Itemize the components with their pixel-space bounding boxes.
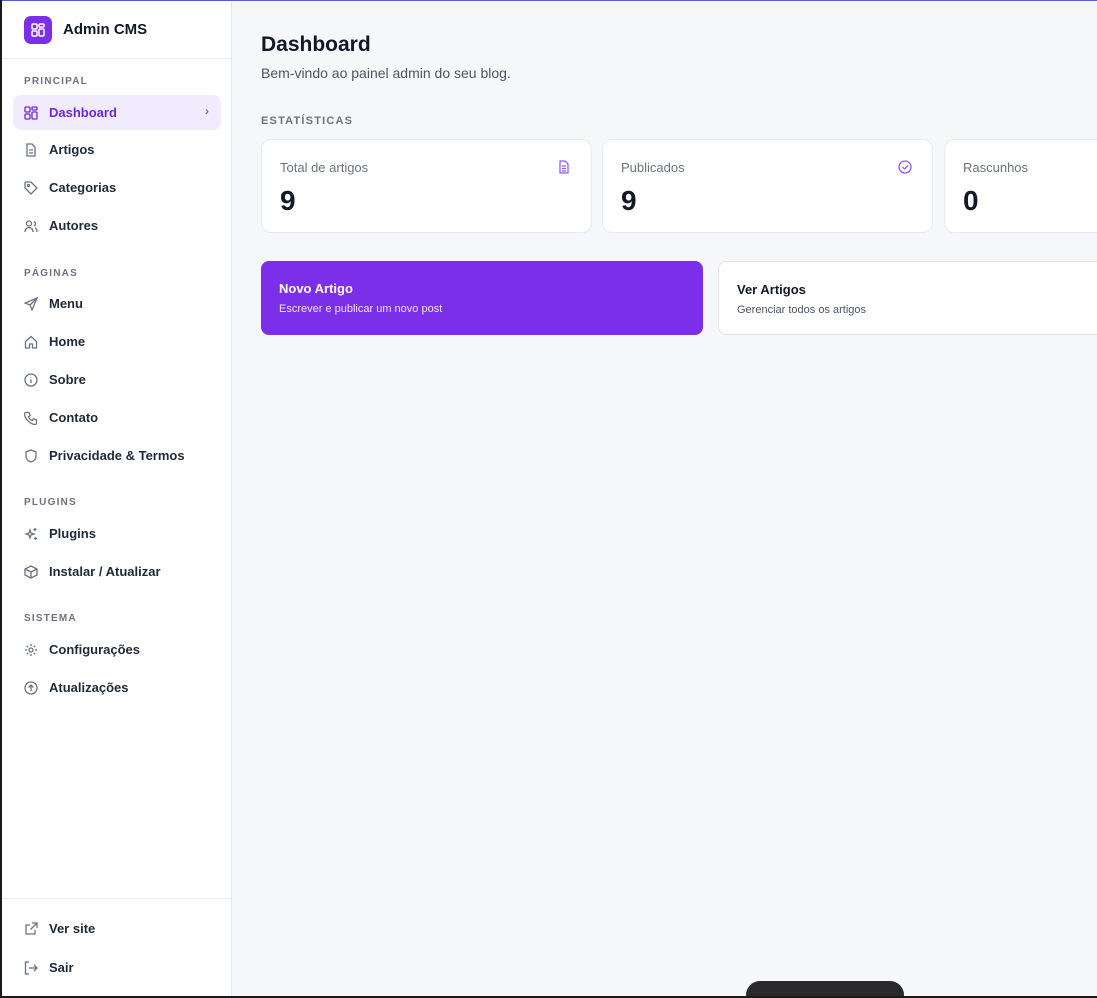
sidebar-item-label: Autores (49, 218, 99, 233)
floating-toolbar[interactable] (746, 981, 904, 996)
sidebar-item-sobre[interactable]: Sobre (13, 362, 221, 397)
sidebar-item-label: Contato (49, 410, 99, 425)
sidebar-item-label: Plugins (49, 526, 96, 541)
users-icon (23, 218, 39, 234)
sidebar-item-label: Menu (49, 296, 83, 311)
gear-icon (23, 642, 39, 658)
sidebar-item-configuracoes[interactable]: Configurações (13, 632, 221, 667)
action-title: Novo Artigo (279, 281, 353, 296)
sidebar-item-artigos[interactable]: Artigos (13, 132, 221, 167)
sidebar-item-autores[interactable]: Autores (13, 208, 221, 243)
sidebar-item-label: Dashboard (49, 105, 117, 120)
send-icon (23, 296, 39, 312)
brand[interactable]: Admin CMS (2, 1, 231, 59)
stat-card-rascunhos: Rascunhos 0 (944, 139, 1097, 233)
sidebar-item-categorias[interactable]: Categorias (13, 170, 221, 205)
new-article-button[interactable]: Novo Artigo Escrever e publicar um novo … (261, 261, 703, 335)
stat-label: Rascunhos (963, 160, 1029, 175)
sparkles-icon (23, 526, 39, 542)
sidebar-item-label: Ver site (49, 921, 96, 936)
sidebar-item-label: Artigos (49, 142, 95, 157)
sidebar-item-privacidade-termos[interactable]: Privacidade & Termos (13, 438, 221, 473)
dashboard-grid-icon (23, 105, 39, 121)
stat-value: 0 (963, 185, 979, 216)
sidebar-item-plugins[interactable]: Plugins (13, 516, 221, 551)
check-circle-icon (898, 160, 914, 176)
external-link-icon (23, 921, 39, 937)
info-icon (23, 372, 39, 388)
section-label-sistema: SISTEMA (24, 613, 77, 624)
section-label-paginas: PÁGINAS (24, 268, 78, 279)
stat-label: Publicados (621, 160, 685, 175)
page-title: Dashboard (261, 33, 371, 56)
stat-card-total-artigos: Total de artigos 9 (261, 139, 592, 233)
sidebar-item-label: Atualizações (49, 680, 129, 695)
arrow-up-circle-icon (23, 680, 39, 696)
sidebar-item-dashboard[interactable]: Dashboard › (13, 95, 221, 130)
phone-icon (23, 410, 39, 426)
action-description: Escrever e publicar um novo post (279, 303, 443, 315)
stat-label: Total de artigos (280, 160, 369, 175)
app-title: Admin CMS (63, 21, 148, 38)
action-description: Gerenciar todos os artigos (737, 304, 867, 316)
sidebar-item-label: Categorias (49, 180, 117, 195)
stat-value: 9 (280, 185, 296, 216)
sidebar-item-label: Sair (49, 960, 74, 975)
home-icon (23, 334, 39, 350)
tag-icon (23, 180, 39, 196)
document-icon (23, 142, 39, 158)
sidebar: Admin CMS PRINCIPAL Dashboard › Artigos (2, 1, 232, 996)
sidebar-item-instalar-atualizar[interactable]: Instalar / Atualizar (13, 554, 221, 589)
sidebar-item-menu[interactable]: Menu (13, 286, 221, 321)
section-label-principal: PRINCIPAL (24, 76, 88, 87)
sidebar-item-label: Home (49, 334, 86, 349)
stats-section-label: ESTATÍSTICAS (261, 115, 354, 127)
view-articles-button[interactable]: Ver Artigos Gerenciar todos os artigos (718, 261, 1097, 335)
main-content: Dashboard Bem-vindo ao painel admin do s… (232, 1, 1097, 996)
sidebar-item-home[interactable]: Home (13, 324, 221, 359)
chevron-right-icon: › (205, 104, 209, 118)
sidebar-item-label: Privacidade & Termos (49, 448, 185, 463)
section-label-plugins: PLUGINS (24, 497, 77, 508)
stat-card-publicados: Publicados 9 (602, 139, 933, 233)
logout-icon (23, 960, 39, 976)
sidebar-item-sair[interactable]: Sair (13, 950, 221, 985)
app-window: Admin CMS PRINCIPAL Dashboard › Artigos (2, 0, 1097, 996)
package-icon (23, 564, 39, 580)
page-subtitle: Bem-vindo ao painel admin do seu blog. (261, 65, 511, 81)
document-icon (557, 160, 573, 176)
sidebar-item-atualizacoes[interactable]: Atualizações (13, 670, 221, 705)
sidebar-footer: Ver site Sair (2, 898, 231, 996)
dashboard-grid-icon (24, 15, 52, 44)
stat-value: 9 (621, 185, 637, 216)
sidebar-item-ver-site[interactable]: Ver site (13, 911, 221, 946)
sidebar-item-label: Configurações (49, 642, 141, 657)
sidebar-item-contato[interactable]: Contato (13, 400, 221, 435)
shield-icon (23, 448, 39, 464)
sidebar-item-label: Instalar / Atualizar (49, 564, 161, 579)
action-title: Ver Artigos (737, 282, 806, 297)
sidebar-item-label: Sobre (49, 372, 86, 387)
